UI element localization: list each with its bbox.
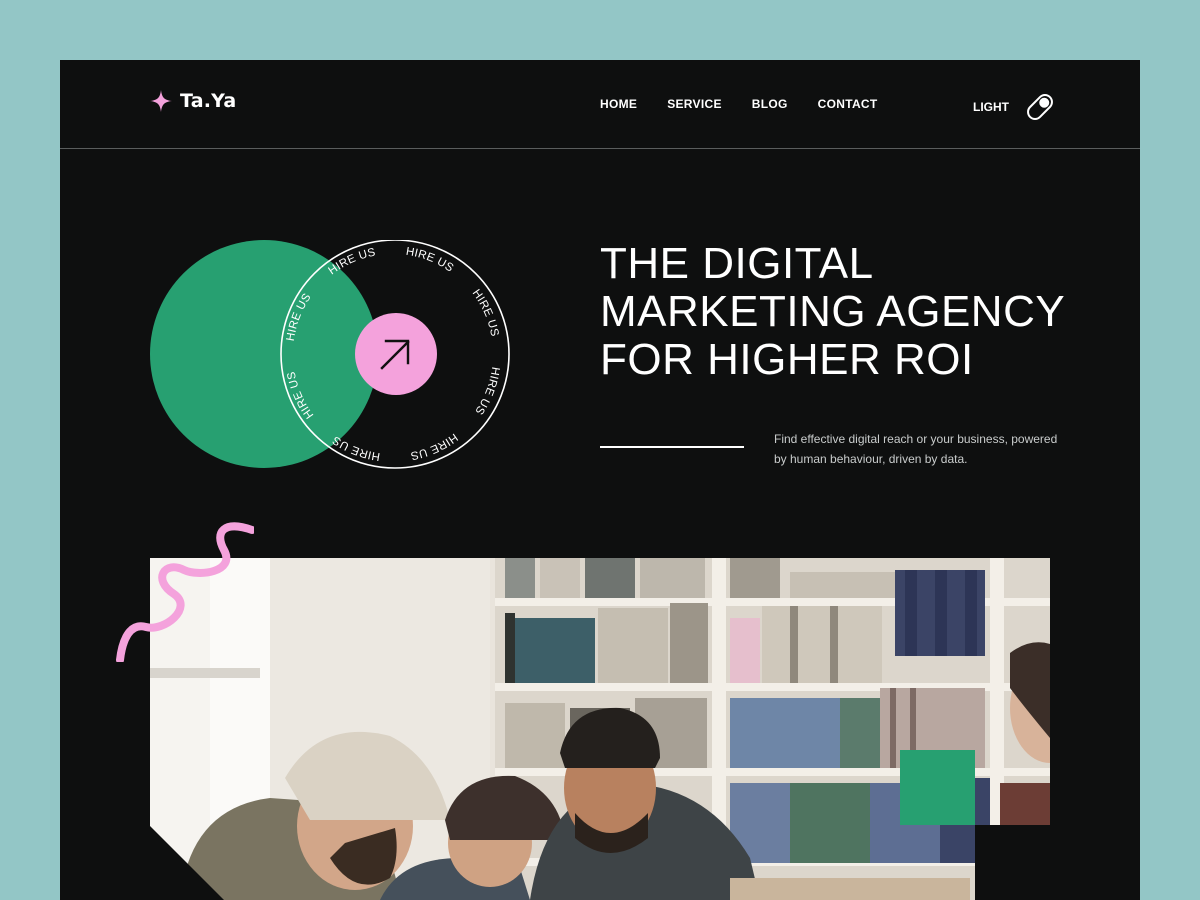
hero-title: THE DIGITAL MARKETING AGENCY FOR HIGHER … [600,240,1065,384]
hero-title-line-1: THE DIGITAL [600,239,874,288]
toggle-icon[interactable] [1023,90,1057,124]
corner-decoration [975,825,1050,900]
sparkle-icon [150,90,172,112]
nav-service[interactable]: SERVICE [667,97,722,111]
green-circle [150,240,378,468]
theme-label: LIGHT [973,100,1009,114]
nav-contact[interactable]: CONTACT [818,97,878,111]
nav-blog[interactable]: BLOG [752,97,788,111]
green-square-decoration [900,750,975,825]
site-header: Ta.Ya HOME SERVICE BLOG CONTACT LIGHT [60,60,1140,149]
brand-logo[interactable]: Ta.Ya [150,90,236,112]
ring-label-5: HIRE US [472,366,501,417]
brand-name: Ta.Ya [180,90,237,112]
ring-label-2: HIRE US [326,247,376,278]
team-photo-illustration [150,558,1050,900]
hero-divider [600,446,744,448]
ring-label-6: HIRE US [409,431,459,462]
theme-switch[interactable]: LIGHT [973,90,1057,124]
landing-page: Ta.Ya HOME SERVICE BLOG CONTACT LIGHT HI… [60,60,1140,900]
main-nav: HOME SERVICE BLOG CONTACT [600,97,878,111]
hero-title-line-2: MARKETING AGENCY [600,287,1066,336]
hero-title-line-3: FOR HIGHER ROI [600,335,974,384]
ring-label-7: HIRE US [330,433,381,462]
ring-label-4: HIRE US [470,287,501,337]
hero-graphic: HIRE US HIRE US HIRE US HIRE US HIRE US … [150,240,510,469]
nav-home[interactable]: HOME [600,97,637,111]
ring-label-3: HIRE US [405,246,456,275]
hero-description: Find effective digital reach or your bus… [774,432,1058,466]
squiggle-decoration [116,522,254,662]
team-photo [150,558,1050,900]
